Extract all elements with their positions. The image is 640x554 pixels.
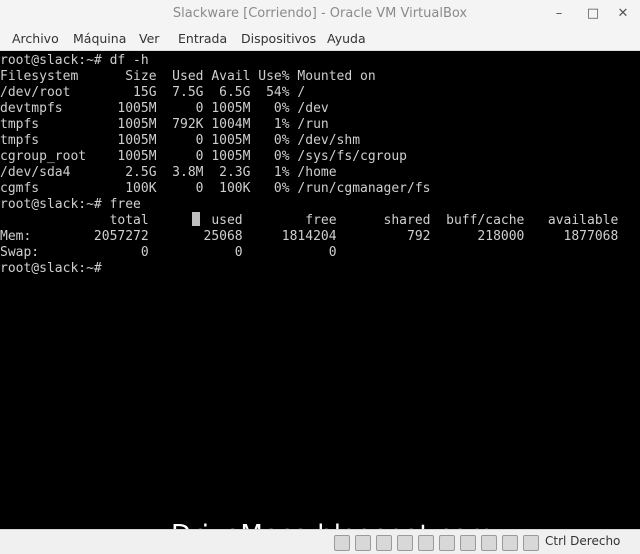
terminal-line: cgroup_root 1005M 0 1005M 0% /sys/fs/cgr… bbox=[0, 149, 407, 164]
terminal-line: Mem: 2057272 25068 1814204 792 218000 18… bbox=[0, 229, 619, 244]
window-title: Slackware [Corriendo] - Oracle VM Virtua… bbox=[172, 6, 468, 21]
vm-terminal-screen[interactable]: root@slack:~# df -h Filesystem Size Used… bbox=[0, 51, 640, 529]
terminal-line: /dev/root 15G 7.5G 6.5G 54% / bbox=[0, 85, 306, 100]
terminal-line: total used free shared buff/cache availa… bbox=[0, 213, 619, 228]
terminal-line: root@slack:~# free bbox=[0, 197, 141, 212]
menu-entrada[interactable]: Entrada bbox=[178, 31, 227, 46]
close-button[interactable]: ✕ bbox=[612, 4, 634, 24]
window-titlebar: Slackware [Corriendo] - Oracle VM Virtua… bbox=[0, 0, 640, 28]
network-icon[interactable] bbox=[397, 535, 413, 551]
mouse-integration-icon[interactable] bbox=[502, 535, 518, 551]
terminal-line: /dev/sda4 2.5G 3.8M 2.3G 1% /home bbox=[0, 165, 337, 180]
terminal-line: tmpfs 1005M 792K 1004M 1% /run bbox=[0, 117, 329, 132]
terminal-prompt-line: root@slack:~# bbox=[0, 261, 102, 277]
terminal-prompt: root@slack:~# bbox=[0, 261, 102, 276]
terminal-line: tmpfs 1005M 0 1005M 0% /dev/shm bbox=[0, 133, 361, 148]
menubar: Archivo Máquina Ver Entrada Dispositivos… bbox=[0, 28, 640, 51]
display-icon[interactable] bbox=[460, 535, 476, 551]
menu-archivo[interactable]: Archivo bbox=[12, 31, 59, 46]
statusbar: Ctrl Derecho bbox=[0, 529, 640, 554]
host-key-label: Ctrl Derecho bbox=[545, 534, 621, 548]
menu-ayuda[interactable]: Ayuda bbox=[327, 31, 366, 46]
menu-dispositivos[interactable]: Dispositivos bbox=[241, 31, 316, 46]
terminal-cursor bbox=[192, 212, 200, 226]
terminal-line: Swap: 0 0 0 bbox=[0, 245, 337, 260]
minimize-button[interactable]: – bbox=[548, 4, 570, 24]
audio-icon[interactable] bbox=[376, 535, 392, 551]
maximize-button[interactable]: □ bbox=[582, 4, 604, 24]
terminal-line: Filesystem Size Used Avail Use% Mounted … bbox=[0, 69, 376, 84]
shared-folders-icon[interactable] bbox=[439, 535, 455, 551]
video-capture-icon[interactable] bbox=[481, 535, 497, 551]
menu-maquina[interactable]: Máquina bbox=[73, 31, 126, 46]
terminal-line: devtmpfs 1005M 0 1005M 0% /dev bbox=[0, 101, 329, 116]
terminal-line: cgmfs 100K 0 100K 0% /run/cgmanager/fs bbox=[0, 181, 431, 196]
usb-icon[interactable] bbox=[418, 535, 434, 551]
hard-disk-icon[interactable] bbox=[334, 535, 350, 551]
host-key-icon[interactable] bbox=[523, 535, 539, 551]
optical-drive-icon[interactable] bbox=[355, 535, 371, 551]
menu-ver[interactable]: Ver bbox=[139, 31, 159, 46]
terminal-line: root@slack:~# df -h bbox=[0, 53, 149, 68]
